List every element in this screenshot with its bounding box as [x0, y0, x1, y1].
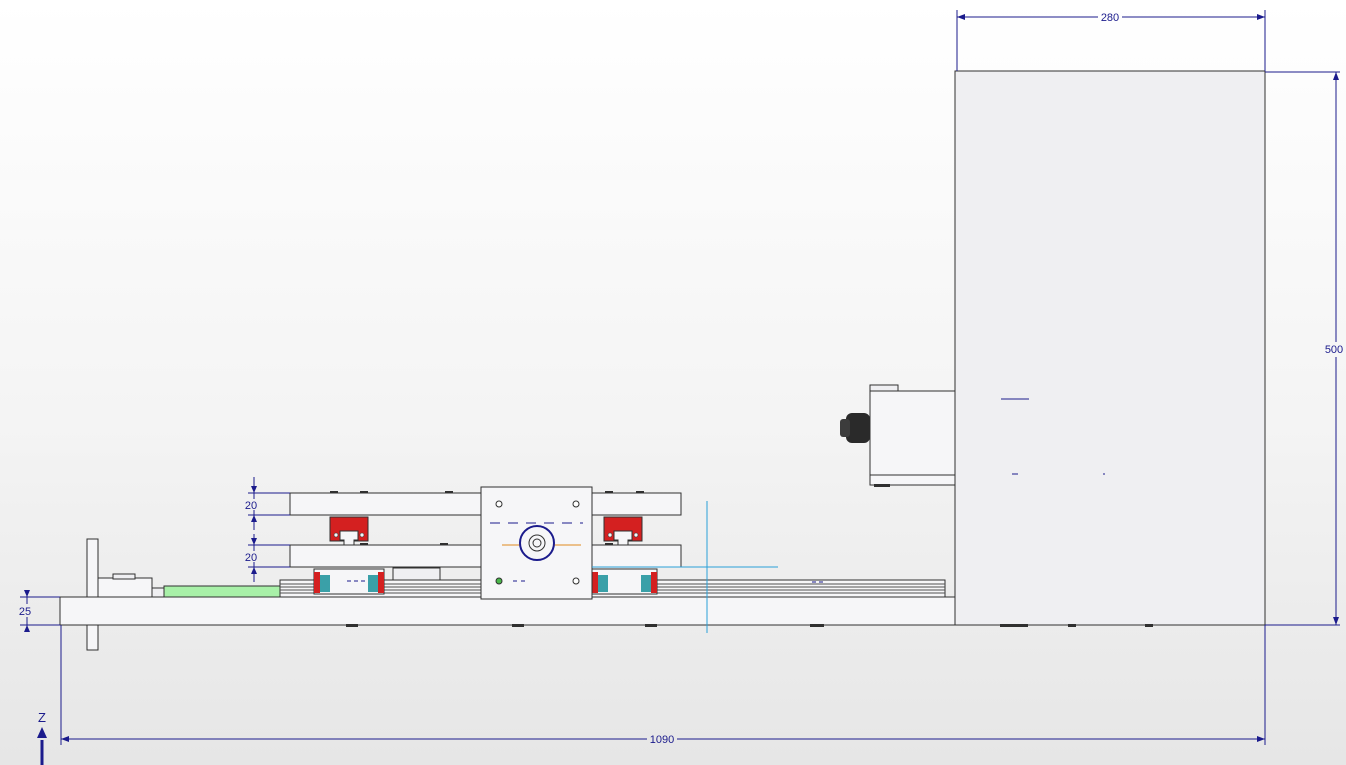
dimension-upper-plate: 20 [245, 477, 290, 530]
arrow-up-icon [37, 727, 47, 738]
z-axis-label: Z [38, 710, 46, 725]
dimension-base-thickness: 25 [19, 590, 60, 632]
dimension-label-280: 280 [1101, 12, 1119, 24]
dimension-label-25: 25 [19, 606, 31, 618]
upper-rail-block-right[interactable] [603, 516, 643, 546]
lower-rail-block-left[interactable] [313, 568, 385, 595]
cabinet[interactable] [954, 70, 1266, 626]
nut-housing[interactable] [392, 567, 441, 581]
dimension-label-500: 500 [1325, 344, 1343, 356]
dimension-label-20-upper: 20 [245, 500, 257, 512]
dimension-overall-length: 1090 [60, 625, 1266, 746]
end-bracket[interactable] [86, 538, 165, 651]
motor-housing[interactable] [869, 384, 956, 487]
dimension-label-1090: 1090 [650, 734, 674, 746]
dimension-cabinet-width: 280 [956, 10, 1266, 71]
z-axis-indicator: Z [37, 710, 47, 765]
drawing-canvas: 280 500 1090 25 20 20 Z [19, 10, 1343, 765]
lower-rail-block-right[interactable] [591, 568, 658, 595]
dimension-label-20-lower: 20 [245, 552, 257, 564]
dimension-lower-plate: 20 [245, 534, 290, 582]
dimension-cabinet-height: 500 [1265, 71, 1343, 626]
lead-screw-shaft[interactable] [163, 585, 281, 598]
upper-rail-block-left[interactable] [329, 516, 369, 546]
motor-knob[interactable] [840, 413, 870, 443]
